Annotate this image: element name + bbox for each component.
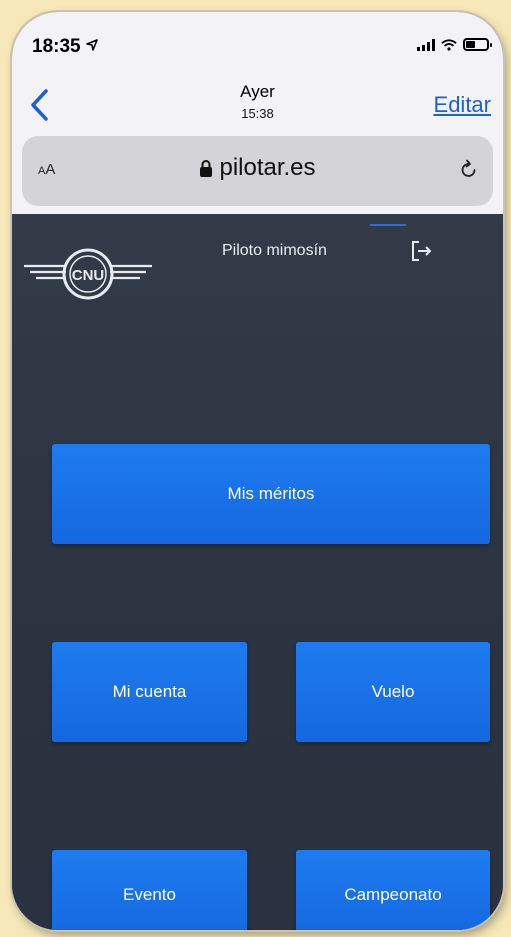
logout-icon[interactable] <box>410 239 434 263</box>
club-logo: CNU <box>24 248 152 300</box>
reload-icon[interactable] <box>459 158 479 180</box>
my-merits-button[interactable]: Mis méritos <box>52 444 490 544</box>
user-name: Piloto mimosín <box>222 242 327 259</box>
url-display[interactable]: pilotar.es <box>22 154 493 182</box>
my-account-button[interactable]: Mi cuenta <box>52 642 247 742</box>
cellular-signal-icon <box>417 38 435 51</box>
status-time: 18:35 <box>32 36 98 58</box>
web-content: CNU Piloto mimosín Mis méritos Mi cuenta… <box>12 214 503 930</box>
nav-subtitle: 15:38 <box>241 106 274 121</box>
address-bar[interactable]: AA pilotar.es <box>22 136 493 206</box>
flight-button[interactable]: Vuelo <box>296 642 490 742</box>
event-button[interactable]: Evento <box>52 850 247 930</box>
browser-header: 18:35 Ayer 15:38 Editar AA pilotar.es <box>12 12 503 214</box>
phone-frame: 18:35 Ayer 15:38 Editar AA pilotar.es CN… <box>12 12 503 930</box>
edit-link[interactable]: Editar <box>434 92 491 118</box>
nav-title: Ayer <box>240 82 275 101</box>
wifi-icon <box>441 38 457 51</box>
championship-button[interactable]: Campeonato <box>296 850 490 930</box>
status-icons <box>417 38 492 51</box>
battery-icon <box>463 38 492 51</box>
url-text: pilotar.es <box>219 154 316 181</box>
accent-line <box>370 224 406 226</box>
location-arrow-icon <box>86 39 98 51</box>
svg-text:CNU: CNU <box>72 267 105 284</box>
lock-icon <box>200 160 213 177</box>
